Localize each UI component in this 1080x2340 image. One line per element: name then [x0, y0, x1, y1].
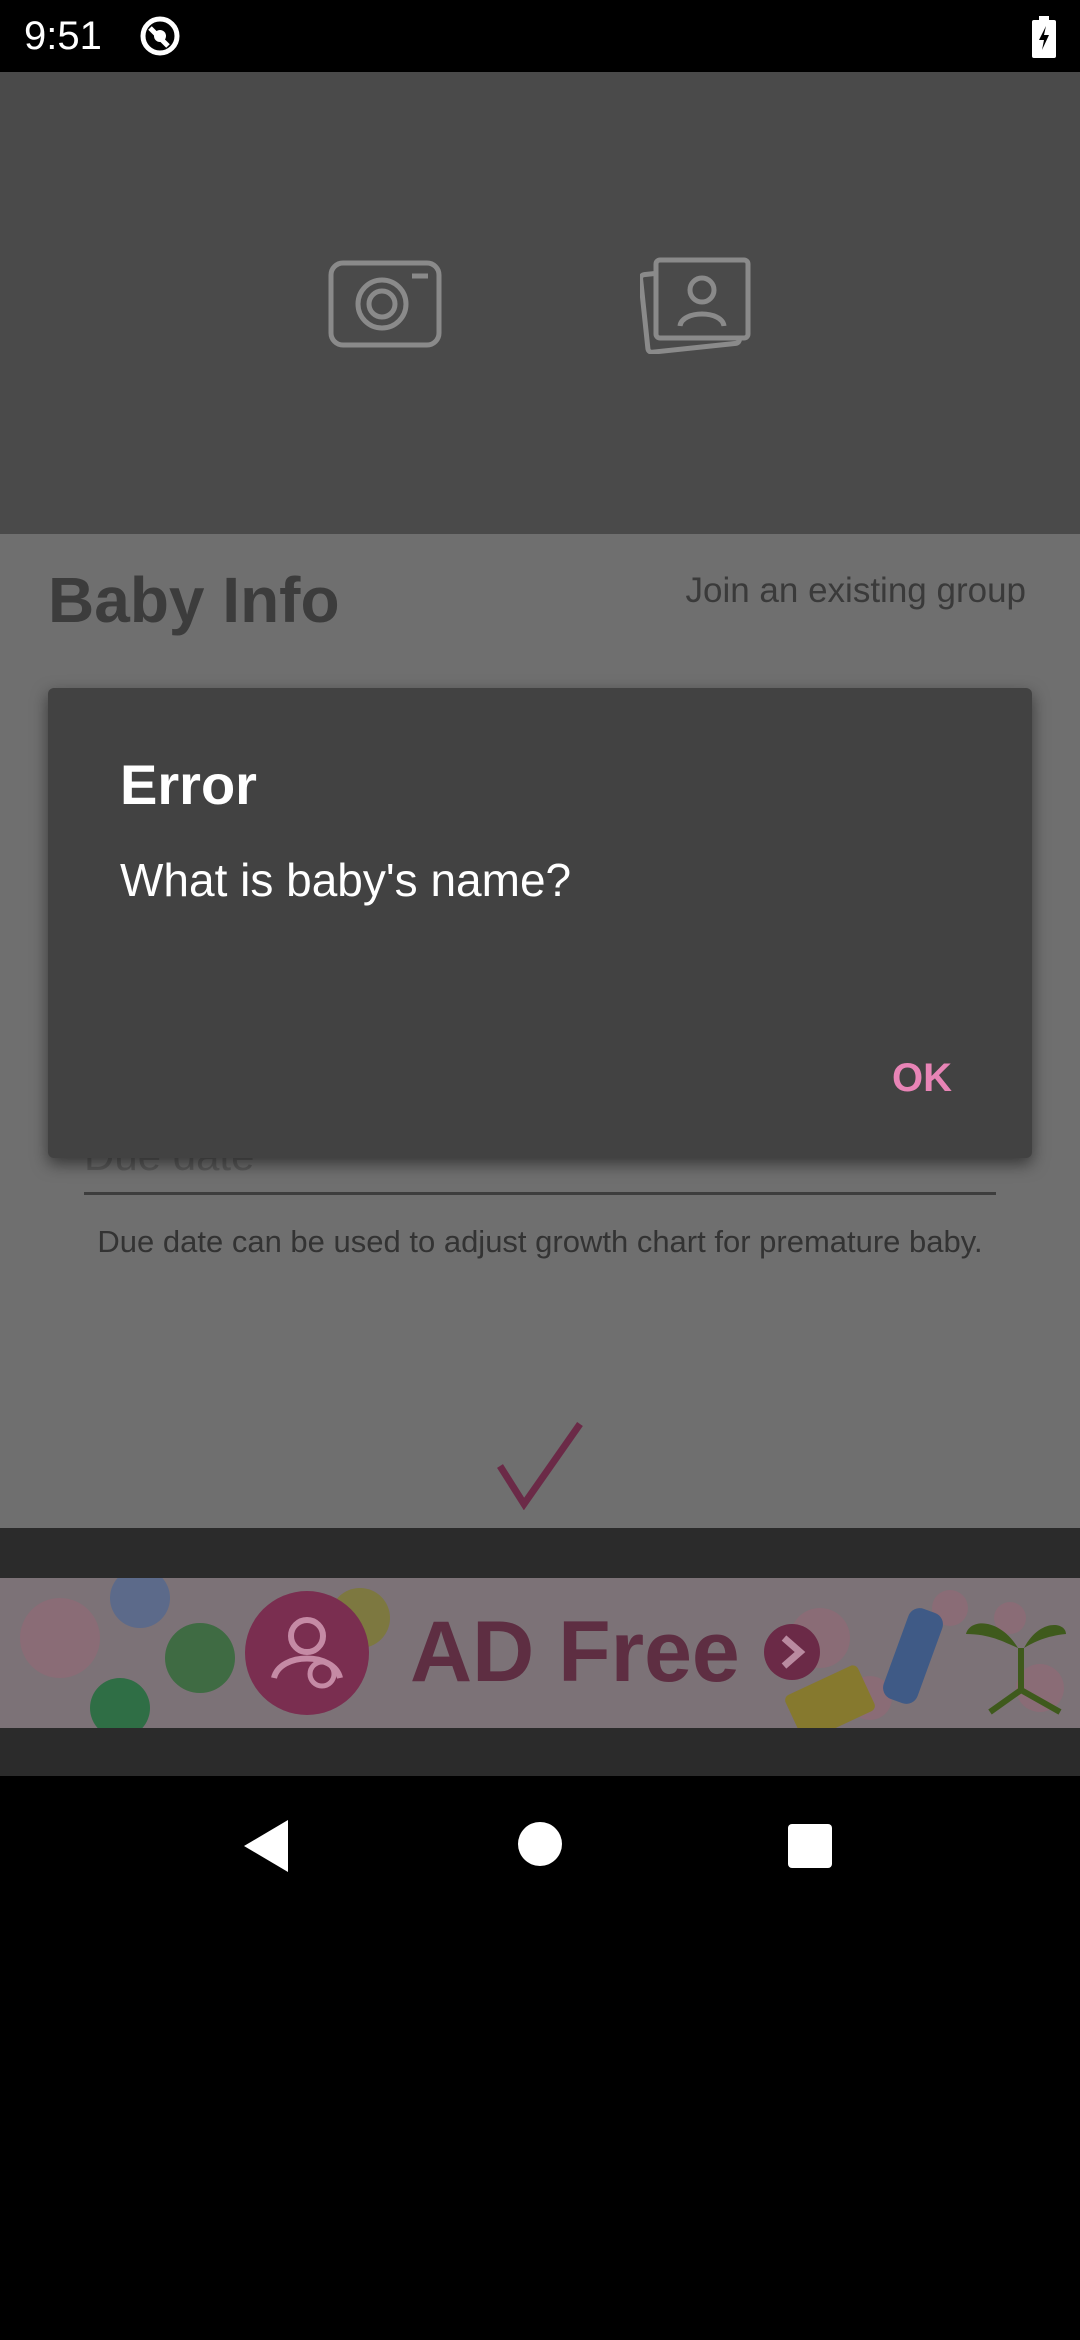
check-icon[interactable]: [496, 1420, 586, 1510]
gallery-icon[interactable]: [640, 252, 756, 354]
dialog-title: Error: [120, 753, 257, 816]
camera-icon[interactable]: [328, 260, 442, 348]
dialog-message: What is baby's name?: [120, 854, 572, 906]
photo-area: [0, 72, 1080, 534]
status-time: 9:51: [24, 14, 102, 58]
ad-text: AD Free: [410, 1604, 740, 1700]
due-date-underline: [84, 1192, 996, 1195]
recents-icon[interactable]: [788, 1824, 832, 1868]
ad-divider-top: [0, 1528, 1080, 1578]
due-date-hint: Due date can be used to adjust growth ch…: [97, 1224, 983, 1259]
battery-charging-icon: [1032, 16, 1056, 58]
ok-button[interactable]: OK: [884, 1044, 960, 1112]
home-icon[interactable]: [518, 1822, 562, 1866]
sync-icon: [140, 16, 180, 56]
page-title: Baby Info: [48, 564, 340, 636]
join-group-link[interactable]: Join an existing group: [686, 566, 1027, 616]
back-icon[interactable]: [242, 1818, 290, 1874]
ad-divider-bottom: [0, 1728, 1080, 1776]
